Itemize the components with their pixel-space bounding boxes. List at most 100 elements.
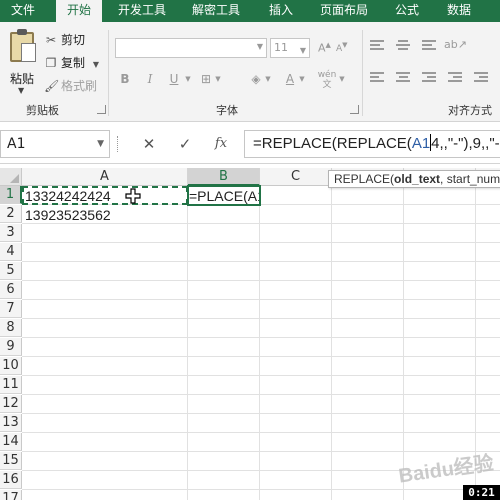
tab-data[interactable]: 数据 xyxy=(436,0,482,22)
increase-indent-icon[interactable] xyxy=(474,72,488,84)
orientation-icon[interactable]: ab↗ xyxy=(444,36,467,54)
paste-icon xyxy=(10,29,36,62)
fill-color-icon[interactable]: ◈ xyxy=(248,70,264,88)
chevron-down-icon[interactable]: ▼ xyxy=(298,70,306,88)
format-painter-button[interactable]: 🖌 格式刷 xyxy=(44,77,97,95)
resize-handle[interactable] xyxy=(117,136,120,152)
column-header-c[interactable]: C xyxy=(260,168,332,186)
chevron-down-icon: ▼ xyxy=(92,60,99,69)
align-center-icon[interactable] xyxy=(396,72,410,84)
tab-decrypt[interactable]: 解密工具 xyxy=(184,0,248,22)
font-launcher-icon[interactable] xyxy=(350,105,359,114)
format-painter-label: 格式刷 xyxy=(61,79,98,93)
align-middle-icon[interactable] xyxy=(396,40,410,52)
cancel-icon[interactable]: ✕ xyxy=(134,130,164,158)
cell-b1-editing: =PLACE(A1 xyxy=(189,188,261,204)
group-divider xyxy=(108,30,109,116)
row-header[interactable]: 3 xyxy=(0,224,22,242)
gridline xyxy=(259,186,260,500)
chevron-down-icon[interactable]: ▼ xyxy=(214,70,222,88)
row-header[interactable]: 8 xyxy=(0,319,22,337)
font-size-select[interactable]: 11 ▼ xyxy=(270,38,310,58)
gridline xyxy=(22,394,500,395)
active-cell-b1[interactable]: =PLACE(A1 xyxy=(187,185,261,206)
select-all-button[interactable] xyxy=(0,168,22,186)
row-header[interactable]: 2 xyxy=(0,205,22,223)
clipboard-launcher-icon[interactable] xyxy=(97,105,106,114)
border-icon[interactable]: ⊞ xyxy=(198,70,214,88)
gridline xyxy=(22,299,500,300)
formula-text-suffix: 4,,"-"),9,,"-") xyxy=(431,135,500,152)
ribbon: 粘贴 ▼ ✂ 剪切 ❐ 复制 ▼ 🖌 格式刷 剪贴板 ▼ 11 ▼ A▲ A▼ B I… xyxy=(0,22,500,122)
bold-icon[interactable]: B xyxy=(117,70,133,88)
copy-button[interactable]: ❐ 复制 ▼ xyxy=(44,54,99,72)
chevron-down-icon[interactable]: ▼ xyxy=(184,70,192,88)
row-header[interactable]: 1 xyxy=(0,186,22,204)
increase-font-icon[interactable]: A▲ xyxy=(318,41,331,55)
font-group-label: 字体 xyxy=(216,104,238,117)
align-left-icon[interactable] xyxy=(370,72,384,84)
paste-button[interactable]: 粘贴 ▼ xyxy=(5,29,39,95)
align-bottom-icon[interactable] xyxy=(422,40,436,52)
gridline xyxy=(187,186,188,500)
enter-icon[interactable]: ✓ xyxy=(170,130,200,158)
formula-text-prefix: =REPLACE(REPLACE( xyxy=(253,135,412,152)
function-tooltip: REPLACE(old_text, start_num xyxy=(328,170,500,188)
row-header[interactable]: 11 xyxy=(0,376,22,394)
formula-input[interactable]: =REPLACE(REPLACE(A14,,"-"),9,,"-") xyxy=(244,130,500,158)
copy-icon: ❐ xyxy=(45,56,57,70)
gridline xyxy=(22,261,500,262)
row-header[interactable]: 16 xyxy=(0,471,22,489)
scissors-icon: ✂ xyxy=(45,33,57,47)
gridline xyxy=(22,318,500,319)
align-top-icon[interactable] xyxy=(370,40,384,52)
tab-home[interactable]: 开始 xyxy=(56,0,102,22)
ribbon-tab-bar: 文件 开始 开发工具 解密工具 插入 页面布局 公式 数据 xyxy=(0,0,500,22)
name-box[interactable]: A1 ▼ xyxy=(0,130,110,158)
decrease-indent-icon[interactable] xyxy=(448,72,462,84)
gridline xyxy=(22,356,500,357)
row-header[interactable]: 17 xyxy=(0,490,22,500)
gridline xyxy=(331,186,332,500)
row-header[interactable]: 13 xyxy=(0,414,22,432)
decrease-font-icon[interactable]: A▼ xyxy=(336,41,348,54)
insert-function-icon[interactable]: fx xyxy=(206,130,236,158)
tab-formulas[interactable]: 公式 xyxy=(384,0,430,22)
row-header[interactable]: 15 xyxy=(0,452,22,470)
tab-developer[interactable]: 开发工具 xyxy=(110,0,174,22)
tab-insert[interactable]: 插入 xyxy=(258,0,304,22)
chevron-down-icon[interactable]: ▼ xyxy=(264,70,272,88)
row-header[interactable]: 12 xyxy=(0,395,22,413)
font-color-icon[interactable]: A xyxy=(282,70,298,88)
row-header[interactable]: 9 xyxy=(0,338,22,356)
row-header[interactable]: 6 xyxy=(0,281,22,299)
font-size-value: 11 xyxy=(274,41,288,54)
formula-bar: A1 ▼ ✕ ✓ fx =REPLACE(REPLACE(A14,,"-"),9… xyxy=(0,124,500,164)
worksheet-grid[interactable]: A B C 1 2 3 4 5 6 7 8 9 10 11 12 13 14 1… xyxy=(0,168,500,500)
paintbrush-icon: 🖌 xyxy=(44,79,60,93)
formula-buttons: ✕ ✓ fx xyxy=(130,130,240,158)
column-header-b[interactable]: B xyxy=(188,168,260,186)
row-header[interactable]: 5 xyxy=(0,262,22,280)
gridline xyxy=(22,432,500,433)
gridline xyxy=(22,413,500,414)
underline-icon[interactable]: U xyxy=(166,70,182,88)
tooltip-current-arg: old_text xyxy=(394,172,441,186)
gridline xyxy=(22,451,500,452)
column-header-a[interactable]: A xyxy=(22,168,188,186)
chevron-down-icon: ▼ xyxy=(97,139,104,149)
row-header[interactable]: 10 xyxy=(0,357,22,375)
row-header[interactable]: 4 xyxy=(0,243,22,261)
phonetic-icon[interactable]: wén 文 xyxy=(316,70,338,90)
italic-icon[interactable]: I xyxy=(142,70,158,88)
row-header[interactable]: 7 xyxy=(0,300,22,318)
cut-button[interactable]: ✂ 剪切 xyxy=(44,31,85,49)
align-right-icon[interactable] xyxy=(422,72,436,84)
chevron-down-icon[interactable]: ▼ xyxy=(338,70,346,88)
tooltip-rest: , start_num xyxy=(440,172,500,186)
row-header[interactable]: 14 xyxy=(0,433,22,451)
tab-page-layout[interactable]: 页面布局 xyxy=(312,0,376,22)
tab-file[interactable]: 文件 xyxy=(0,0,46,22)
font-name-select[interactable]: ▼ xyxy=(115,38,267,58)
cell-a2[interactable]: 13923523562 xyxy=(25,206,111,224)
